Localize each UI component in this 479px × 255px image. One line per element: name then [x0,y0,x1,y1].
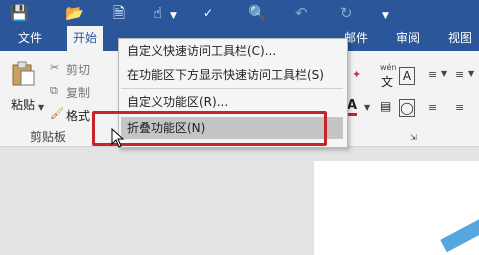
center-icon[interactable]: ≡ [455,101,464,114]
clear-formatting-icon[interactable]: ✦ [352,68,361,81]
paste-dropdown-icon[interactable]: ▼ [38,103,44,112]
save-icon[interactable]: 💾 [10,4,29,22]
menu-item-customize-ribbon[interactable]: 自定义功能区(R)... [121,91,343,113]
paste-icon[interactable] [10,61,36,87]
font-group-launcher-icon[interactable]: ⇲ [410,133,417,142]
spelling-icon[interactable]: ✓ [203,4,213,22]
menu-item-customize-qat[interactable]: 自定义快速访问工具栏(C)... [121,40,343,62]
phonetic-guide-button[interactable]: 文 [381,73,393,90]
phonetic-guide-pinyin: wén [380,63,397,72]
touch-mode-dropdown-icon[interactable]: ▼ [170,7,177,25]
shading-icon[interactable]: ▤ [380,99,391,113]
undo-icon[interactable]: ↶ [295,4,308,22]
open-folder-icon[interactable]: 📂 [65,4,84,22]
touch-mode-icon[interactable]: ☝ [153,4,162,22]
font-color-dropdown-icon[interactable]: ▼ [364,103,370,112]
redo-icon[interactable]: ↻ [340,4,353,22]
new-document-icon[interactable]: 🗎 [113,4,125,22]
menu-item-show-qat-below[interactable]: 在功能区下方显示快速访问工具栏(S) [121,64,343,86]
align-left-icon[interactable]: ≡ [428,101,437,114]
paste-button[interactable]: 粘贴 [11,96,35,113]
print-preview-icon[interactable]: 🔍 [248,4,267,22]
quick-access-toolbar: 💾 📂 🗎 ☝ ▼ ✓ 🔍 ↶ ↻ ▼ [0,0,479,26]
enclose-characters-button[interactable]: ◯ [399,99,415,117]
menu-separator [121,88,343,89]
numbering-icon[interactable]: ≡ [455,68,464,81]
copy-button[interactable]: 复制 [66,84,90,101]
bullets-icon[interactable]: ≡ [428,68,437,81]
bullets-dropdown-icon[interactable]: ▼ [441,69,447,78]
tab-review[interactable]: 审阅 [394,26,422,51]
tab-file[interactable]: 文件 [16,26,44,51]
format-painter-button[interactable]: 格式 [66,107,90,124]
cut-button[interactable]: 剪切 [66,61,90,78]
tab-home[interactable]: 开始 [67,26,103,51]
cut-icon[interactable]: ✂ [50,61,59,74]
customize-dropdown-icon[interactable]: ▼ [382,7,389,25]
tab-view[interactable]: 视图 [446,26,474,51]
clipboard-group-label: 剪贴板 [30,130,67,144]
copy-icon[interactable]: ⧉ [50,84,58,98]
font-color-button[interactable]: A [347,99,358,116]
numbering-dropdown-icon[interactable]: ▼ [468,69,474,78]
format-painter-icon[interactable]: 🖌 [50,107,64,120]
cursor-icon [111,127,125,152]
highlight-box [92,111,327,146]
character-border-button[interactable]: A [399,67,415,85]
